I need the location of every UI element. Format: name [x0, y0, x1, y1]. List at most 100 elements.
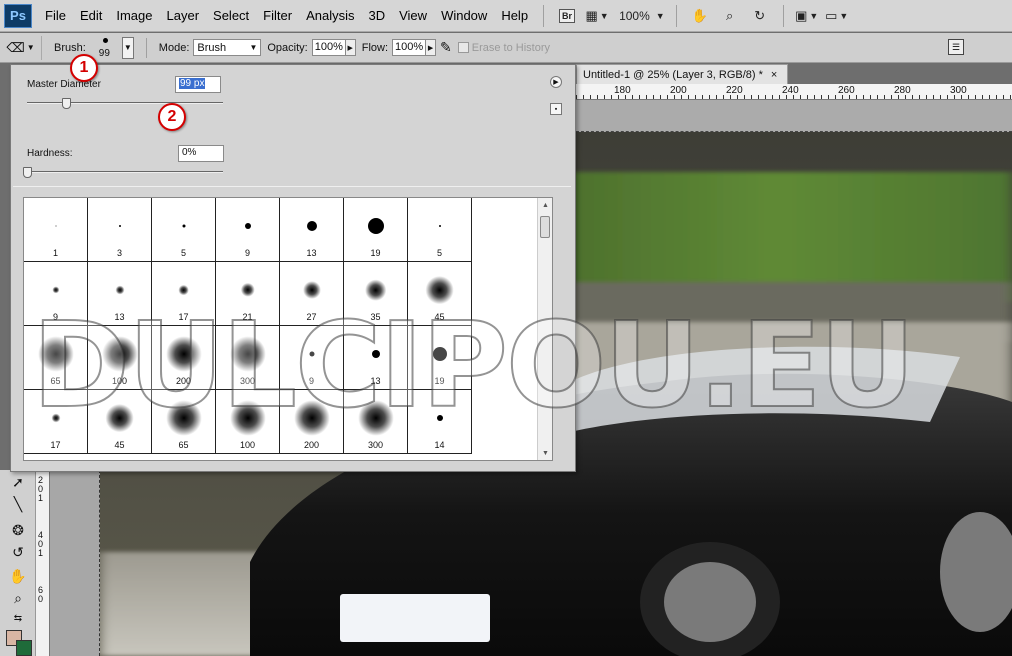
- brush-preset[interactable]: 200: [152, 326, 216, 390]
- scrollbar-thumb[interactable]: [540, 216, 550, 238]
- menu-window[interactable]: Window: [434, 0, 494, 32]
- brush-preset[interactable]: 65: [24, 326, 88, 390]
- mode-select[interactable]: Brush ▼: [193, 39, 262, 56]
- hardness-slider-thumb[interactable]: [23, 167, 32, 178]
- airbrush-icon[interactable]: ✎: [440, 39, 452, 56]
- brush-preset[interactable]: 5: [152, 198, 216, 262]
- vertical-ruler[interactable]: 20140160: [36, 470, 50, 656]
- brush-preset[interactable]: 13: [280, 198, 344, 262]
- brush-preset[interactable]: 45: [408, 262, 472, 326]
- flow-slider-toggle[interactable]: ▶: [426, 39, 437, 56]
- horizontal-ruler[interactable]: 180 200 220 240 260 280 300: [576, 84, 1012, 100]
- close-icon[interactable]: ×: [771, 69, 777, 81]
- brush-picker-toggle[interactable]: ▼: [121, 36, 134, 59]
- hand-tool[interactable]: ✋: [8, 566, 28, 586]
- brush-preset-list[interactable]: 1 3 5 9 13 19 5 9 13 17 21 27 35 45 65 100 200 300 9 13 19 17…: [23, 197, 553, 461]
- zoom-tool[interactable]: ⌕: [8, 588, 28, 608]
- menu-filter[interactable]: Filter: [256, 0, 299, 32]
- brush-tip-icon: [55, 225, 56, 227]
- menu-file[interactable]: File: [38, 0, 73, 32]
- brush-preset[interactable]: 19: [344, 198, 408, 262]
- brush-preset[interactable]: 21: [216, 262, 280, 326]
- line-tool[interactable]: ╲: [8, 494, 28, 514]
- brush-preset[interactable]: 27: [280, 262, 344, 326]
- 3d-object-tool[interactable]: ❂: [8, 520, 28, 540]
- ruler-tick: [667, 95, 668, 99]
- brush-preset[interactable]: 9: [216, 198, 280, 262]
- brush-preset[interactable]: 19: [408, 326, 472, 390]
- ruler-tick: [1003, 95, 1004, 99]
- brush-preset[interactable]: 14: [408, 390, 472, 454]
- ruler-tick: [611, 95, 612, 99]
- background-color-swatch[interactable]: [16, 640, 32, 656]
- brush-preset[interactable]: 300: [216, 326, 280, 390]
- brush-preset[interactable]: 300: [344, 390, 408, 454]
- menu-select[interactable]: Select: [206, 0, 256, 32]
- brush-preset[interactable]: 9: [280, 326, 344, 390]
- rotate-view-button[interactable]: ↻: [748, 5, 772, 27]
- brush-preset[interactable]: 17: [24, 390, 88, 454]
- brush-preview[interactable]: 99: [92, 34, 120, 62]
- brush-preset[interactable]: 65: [152, 390, 216, 454]
- chevron-right-icon: ▶: [553, 79, 559, 86]
- brush-preset[interactable]: 13: [88, 262, 152, 326]
- brush-preset-size: 13: [370, 376, 381, 386]
- brush-preset[interactable]: 9: [24, 262, 88, 326]
- erase-to-history-checkbox[interactable]: [457, 42, 469, 53]
- brush-preset[interactable]: 3: [88, 198, 152, 262]
- new-brush-preset-button[interactable]: ▪: [550, 103, 562, 115]
- preset-scrollbar[interactable]: ▲ ▼: [537, 198, 552, 460]
- scroll-up-icon[interactable]: ▲: [538, 198, 552, 212]
- brush-preset[interactable]: 5: [408, 198, 472, 262]
- opacity-input[interactable]: 100%: [311, 39, 346, 56]
- ruler-tick: [751, 95, 752, 99]
- brush-preset[interactable]: 45: [88, 390, 152, 454]
- frame-view-button[interactable]: ▦ ▼: [585, 5, 609, 27]
- brush-preset[interactable]: 100: [88, 326, 152, 390]
- master-diameter-input[interactable]: 99 px: [175, 76, 221, 93]
- menu-layer[interactable]: Layer: [160, 0, 207, 32]
- opacity-slider-toggle[interactable]: ▶: [345, 39, 356, 56]
- swap-colors[interactable]: ⇆: [8, 608, 28, 628]
- eraser-icon: ⌫: [6, 39, 25, 55]
- ruler-tick: [989, 95, 990, 99]
- menu-analysis[interactable]: Analysis: [299, 0, 361, 32]
- brush-preset[interactable]: 200: [280, 390, 344, 454]
- arrange-documents-button[interactable]: ▣ ▼: [795, 5, 819, 27]
- brush-preset[interactable]: 1: [24, 198, 88, 262]
- hardness-slider[interactable]: [27, 171, 223, 173]
- brush-panel-icon: ☰: [951, 41, 961, 52]
- tool-preset-picker[interactable]: ⌫ ▼: [0, 35, 42, 60]
- brush-tip-icon: [371, 350, 380, 358]
- master-diameter-slider[interactable]: [27, 102, 223, 104]
- scroll-down-icon[interactable]: ▼: [538, 446, 552, 460]
- brush-tip-icon: [229, 336, 266, 372]
- menu-help[interactable]: Help: [494, 0, 535, 32]
- zoom-level-dropdown[interactable]: 100% ▼: [615, 5, 665, 27]
- brush-preset-size: 17: [50, 440, 61, 450]
- document-tab[interactable]: Untitled-1 @ 25% (Layer 3, RGB/8) * ×: [576, 64, 788, 84]
- chevron-down-icon: ▼: [599, 10, 609, 21]
- 3d-camera-tool[interactable]: ↺: [8, 542, 28, 562]
- brush-preset-size: 35: [370, 312, 381, 322]
- hand-tool-button[interactable]: ✋: [688, 5, 712, 27]
- hardness-input[interactable]: 0%: [178, 145, 224, 162]
- brush-panel-button[interactable]: ☰: [948, 39, 964, 55]
- brush-preset[interactable]: 35: [344, 262, 408, 326]
- path-selection-tool[interactable]: ➚: [8, 472, 28, 492]
- menu-image[interactable]: Image: [109, 0, 159, 32]
- brush-preset[interactable]: 100: [216, 390, 280, 454]
- menu-view[interactable]: View: [392, 0, 434, 32]
- menu-3d[interactable]: 3D: [361, 0, 392, 32]
- flow-input[interactable]: 100%: [392, 39, 427, 56]
- brush-preset[interactable]: 17: [152, 262, 216, 326]
- opacity-label: Opacity:: [267, 41, 308, 54]
- brush-picker-menu-button[interactable]: ▶: [550, 76, 562, 88]
- brush-preset[interactable]: 13: [344, 326, 408, 390]
- screen-mode-button[interactable]: ▭ ▼: [825, 5, 849, 27]
- brush-preset-size: 200: [175, 376, 192, 386]
- menu-edit[interactable]: Edit: [73, 0, 109, 32]
- master-diameter-slider-thumb[interactable]: [62, 98, 72, 109]
- zoom-tool-button[interactable]: ⌕: [718, 5, 742, 27]
- bridge-button[interactable]: Br: [555, 5, 579, 27]
